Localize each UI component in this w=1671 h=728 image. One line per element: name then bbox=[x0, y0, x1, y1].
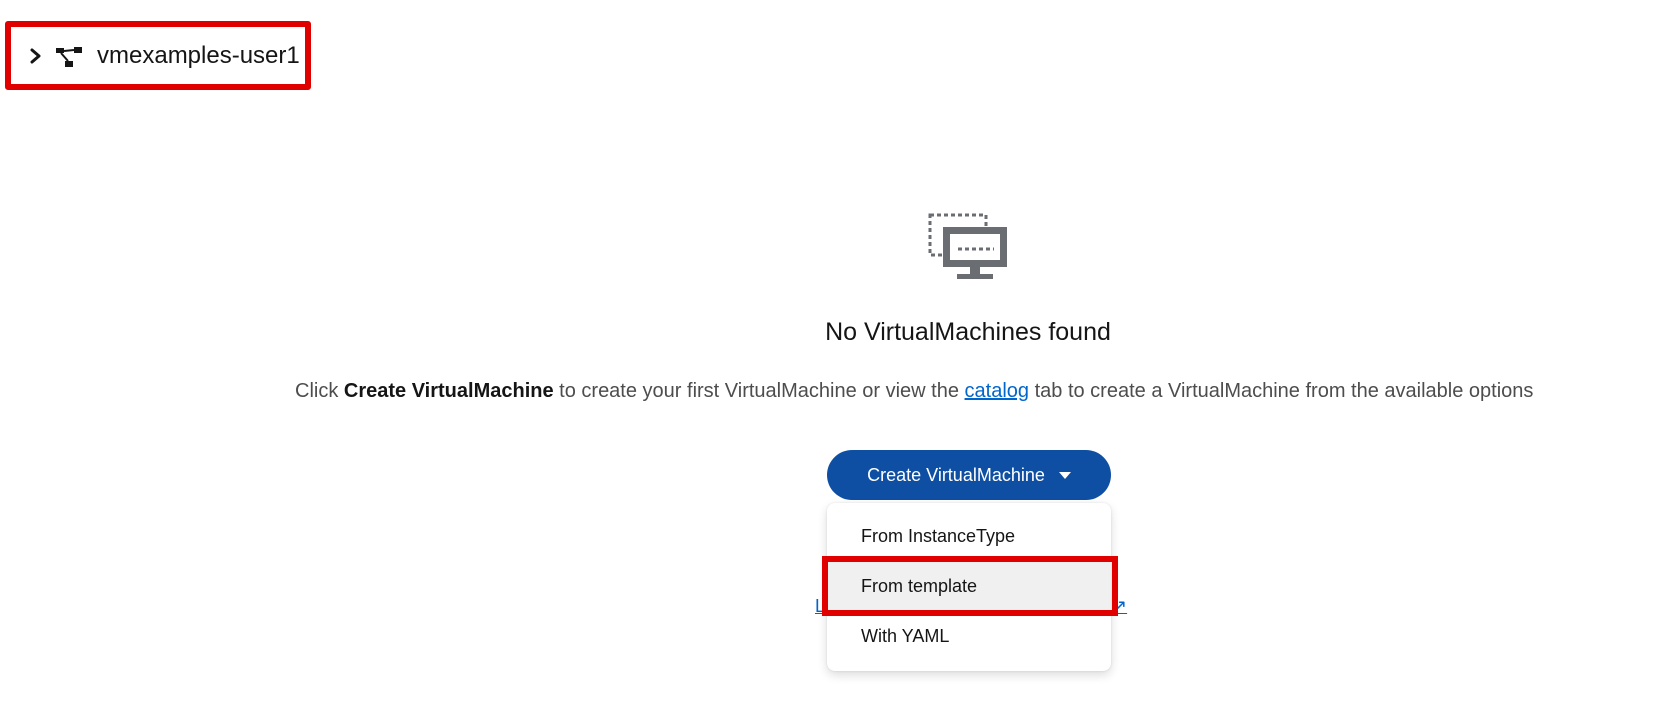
learn-more-link-fragment[interactable]: L bbox=[815, 596, 825, 617]
body-prefix: Click bbox=[295, 380, 344, 402]
external-link-icon[interactable]: ↗ bbox=[1112, 596, 1127, 617]
empty-state-body: Click Create VirtualMachine to create yo… bbox=[295, 380, 1533, 403]
create-virtualmachine-button[interactable]: Create VirtualMachine bbox=[827, 450, 1111, 500]
menu-item-with-yaml[interactable]: With YAML bbox=[827, 611, 1111, 661]
virtual-machine-icon bbox=[928, 213, 1007, 279]
project-name[interactable]: vmexamples-user1 bbox=[97, 42, 300, 70]
create-button-label: Create VirtualMachine bbox=[867, 464, 1045, 485]
chevron-right-icon[interactable] bbox=[29, 47, 43, 65]
menu-item-label: From template bbox=[861, 575, 978, 596]
body-middle: to create your first VirtualMachine or v… bbox=[553, 380, 965, 402]
project-tree-item[interactable]: vmexamples-user1 bbox=[5, 21, 311, 90]
page: vmexamples-user1 No VirtualMachines foun… bbox=[0, 0, 1671, 728]
body-bold: Create VirtualMachine bbox=[343, 380, 554, 402]
caret-down-icon bbox=[1058, 471, 1071, 479]
menu-item-label: With YAML bbox=[861, 625, 950, 646]
project-topology-icon bbox=[56, 47, 82, 67]
menu-item-label: From InstanceType bbox=[861, 525, 1016, 546]
create-dropdown-menu: From InstanceType From template With YAM… bbox=[827, 503, 1111, 671]
catalog-link[interactable]: catalog bbox=[965, 380, 1030, 402]
empty-state-title: No VirtualMachines found bbox=[825, 318, 1111, 346]
body-suffix: tab to create a VirtualMachine from the … bbox=[1029, 380, 1534, 402]
menu-item-from-instancetype[interactable]: From InstanceType bbox=[827, 511, 1111, 561]
menu-item-from-template[interactable]: From template bbox=[827, 561, 1111, 611]
